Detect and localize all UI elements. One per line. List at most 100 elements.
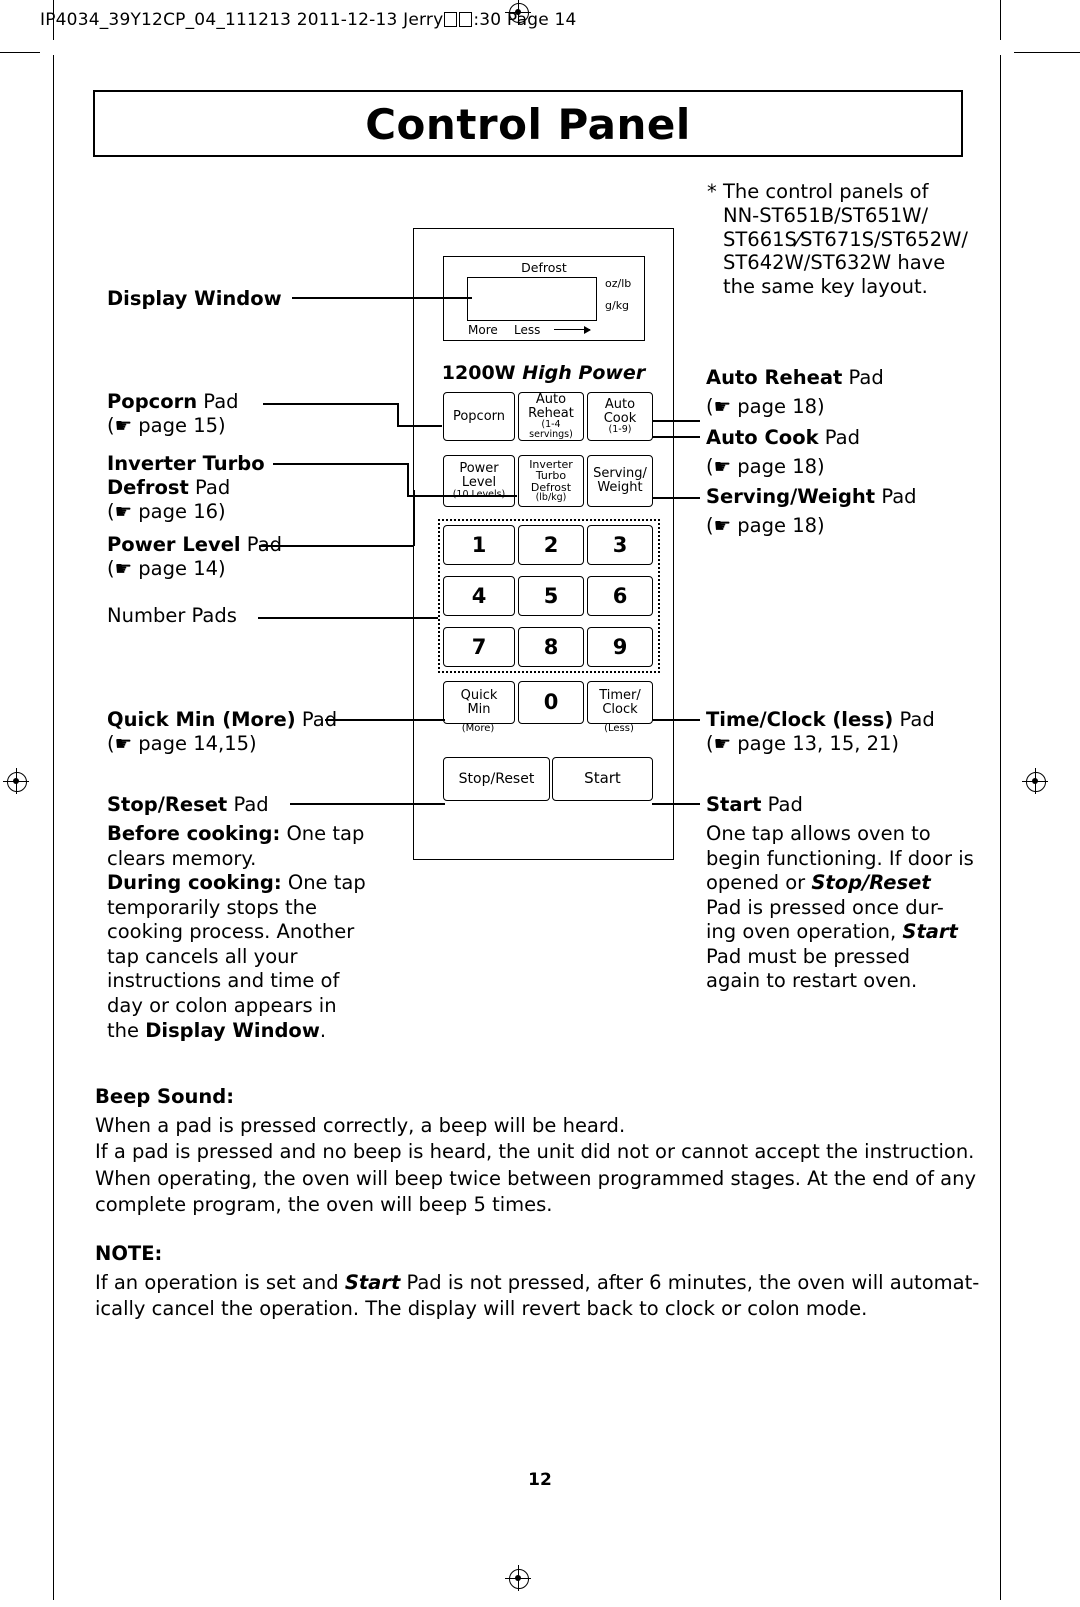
key-start[interactable]: Start bbox=[552, 757, 653, 801]
key-number-6[interactable]: 6 bbox=[587, 576, 653, 616]
leader-number-pads bbox=[258, 617, 438, 619]
key-number-0[interactable]: 0 bbox=[518, 681, 584, 724]
pointer-icon-popcorn: ☛ bbox=[114, 414, 133, 437]
callout-inverter-line2: Defrost Pad bbox=[107, 476, 230, 500]
beep-heading: Beep Sound: bbox=[95, 1085, 235, 1108]
oz-lb-label: oz/lb bbox=[605, 277, 632, 290]
star-note: * The control panels of NN-ST651B/ST651W… bbox=[707, 180, 997, 299]
leader-auto-reheat bbox=[652, 420, 700, 422]
callout-popcorn-page-text: page 15) bbox=[138, 414, 226, 437]
leader-inverter-b bbox=[407, 495, 517, 497]
glyph-box-2 bbox=[459, 12, 473, 27]
key-auto-reheat[interactable]: Auto Reheat (1-4 servings) bbox=[518, 392, 584, 441]
page-number: 12 bbox=[528, 1470, 552, 1490]
key-serving-weight[interactable]: Serving/ Weight bbox=[587, 455, 653, 507]
key-number-7[interactable]: 7 bbox=[443, 627, 515, 667]
key-number-2[interactable]: 2 bbox=[518, 525, 584, 565]
callout-number-pads: Number Pads bbox=[107, 604, 237, 627]
start-desc-line1: One tap allows oven to bbox=[706, 822, 931, 845]
start-desc-line2: begin functioning. If door is bbox=[706, 846, 974, 870]
key-number-9[interactable]: 9 bbox=[587, 627, 653, 667]
key-number-8[interactable]: 8 bbox=[518, 627, 584, 667]
leader-popcorn-b bbox=[397, 425, 442, 427]
key-power-level-line1: Power bbox=[459, 461, 499, 477]
registration-mark-left bbox=[3, 768, 29, 794]
callout-quick-min-name: Quick Min (More) bbox=[107, 708, 296, 731]
key-number-5[interactable]: 5 bbox=[518, 576, 584, 616]
callout-stop-reset: Stop/Reset Pad bbox=[107, 793, 269, 817]
key-timer-clock-line2: Clock bbox=[602, 701, 638, 717]
crop-mark-top-right bbox=[1014, 52, 1080, 53]
stop-desc-before-label: Before cooking: bbox=[107, 822, 281, 845]
beep-line4: complete program, the oven will beep 5 t… bbox=[95, 1192, 553, 1216]
key-timer-clock-sub: (Less) bbox=[604, 723, 634, 734]
start-description: One tap allows oven to begin functioning… bbox=[706, 822, 1006, 994]
key-serving-line2: Weight bbox=[597, 480, 643, 495]
note-line1-b: Start bbox=[344, 1271, 401, 1294]
key-inverter-sub: (lb/kg) bbox=[535, 492, 567, 504]
beep-paragraph: When a pad is pressed correctly, a beep … bbox=[95, 1113, 985, 1218]
callout-start-pad: Pad bbox=[761, 793, 803, 816]
key-popcorn[interactable]: Popcorn bbox=[443, 392, 515, 441]
page-title: Control Panel bbox=[365, 100, 691, 149]
pointer-icon-serving: ☛ bbox=[713, 514, 732, 537]
stop-desc-line4: temporarily stops the bbox=[107, 895, 317, 919]
callout-power-level: Power Level Pad bbox=[107, 533, 282, 557]
callout-auto-reheat: Auto Reheat Pad bbox=[706, 366, 884, 390]
key-number-2-label: 2 bbox=[543, 532, 559, 557]
callout-serving-weight-page-text: page 18) bbox=[737, 514, 825, 537]
key-inverter-turbo-defrost[interactable]: Inverter Turbo Defrost (lb/kg) bbox=[518, 455, 584, 507]
key-number-3[interactable]: 3 bbox=[587, 525, 653, 565]
callout-quick-min-page-text: page 14,15) bbox=[138, 732, 257, 755]
stop-desc-line9-b: Display Window bbox=[145, 1018, 320, 1042]
key-number-1-label: 1 bbox=[471, 532, 487, 557]
g-kg-label: g/kg bbox=[605, 299, 630, 312]
leader-start bbox=[652, 803, 700, 805]
callout-time-clock-pad: Pad bbox=[893, 708, 935, 731]
stop-desc-line2: clears memory. bbox=[107, 846, 257, 870]
key-auto-cook[interactable]: Auto Cook (1-9) bbox=[587, 392, 653, 441]
key-serving-line1: Serving/ bbox=[593, 466, 647, 482]
leader-inverter bbox=[273, 463, 408, 465]
star-note-line-4: the same key layout. bbox=[723, 275, 928, 299]
callout-popcorn-page: (☛ page 15) bbox=[107, 414, 226, 437]
key-number-5-label: 5 bbox=[543, 583, 559, 608]
star-note-line-1: NN-ST651B/ST651W/ bbox=[723, 203, 929, 227]
stop-desc-line9-a: the bbox=[107, 1018, 146, 1042]
callout-auto-cook-pad: Pad bbox=[818, 426, 860, 449]
callout-power-level-name: Power Level bbox=[107, 533, 241, 556]
start-desc-line3-a: opened or bbox=[706, 871, 812, 895]
key-number-1[interactable]: 1 bbox=[443, 525, 515, 565]
stop-desc-line9-c: . bbox=[319, 1018, 327, 1042]
note-paragraph: If an operation is set and Start Pad is … bbox=[95, 1270, 985, 1323]
callout-power-level-page-text: page 14) bbox=[138, 557, 226, 580]
leader-stop-reset bbox=[290, 803, 445, 805]
stop-reset-description: Before cooking: One tap clears memory. D… bbox=[107, 822, 397, 1043]
stop-desc-line7: instructions and time of bbox=[107, 969, 340, 993]
pointer-icon-time-clock: ☛ bbox=[713, 732, 732, 755]
stop-desc-during-label: During cooking: bbox=[107, 871, 282, 895]
print-header-after: :30 Page 14 bbox=[473, 10, 577, 30]
callout-power-level-page: (☛ page 14) bbox=[107, 557, 226, 580]
callout-stop-reset-name: Stop/Reset bbox=[107, 793, 228, 816]
beep-line3: When operating, the oven will beep twice… bbox=[95, 1166, 976, 1190]
key-auto-reheat-line2: Reheat bbox=[528, 405, 574, 421]
callout-popcorn: Popcorn Pad bbox=[107, 390, 239, 414]
key-power-level[interactable]: Power Level (10 Levels) bbox=[443, 455, 515, 507]
key-number-9-label: 9 bbox=[612, 634, 628, 659]
leader-power-level bbox=[259, 545, 414, 547]
key-number-8-label: 8 bbox=[543, 634, 559, 659]
leader-inverter-v bbox=[407, 463, 409, 496]
leader-power-level-v bbox=[413, 490, 415, 546]
callout-quick-min: Quick Min (More) Pad bbox=[107, 708, 337, 732]
document-page: IP4034_39Y12CP_04_111213 2011-12-13 Jerr… bbox=[0, 0, 1080, 1607]
key-number-4[interactable]: 4 bbox=[443, 576, 515, 616]
crop-mark-left-lower bbox=[53, 55, 54, 1600]
pointer-icon-power: ☛ bbox=[114, 557, 133, 580]
key-auto-reheat-line1: Auto bbox=[535, 391, 567, 407]
key-number-6-label: 6 bbox=[612, 583, 628, 608]
key-quick-min[interactable]: Quick Min bbox=[443, 681, 515, 724]
key-stop-reset[interactable]: Stop/Reset bbox=[443, 757, 550, 801]
key-timer-clock[interactable]: Timer/ Clock bbox=[587, 681, 653, 724]
key-number-7-label: 7 bbox=[471, 634, 487, 659]
